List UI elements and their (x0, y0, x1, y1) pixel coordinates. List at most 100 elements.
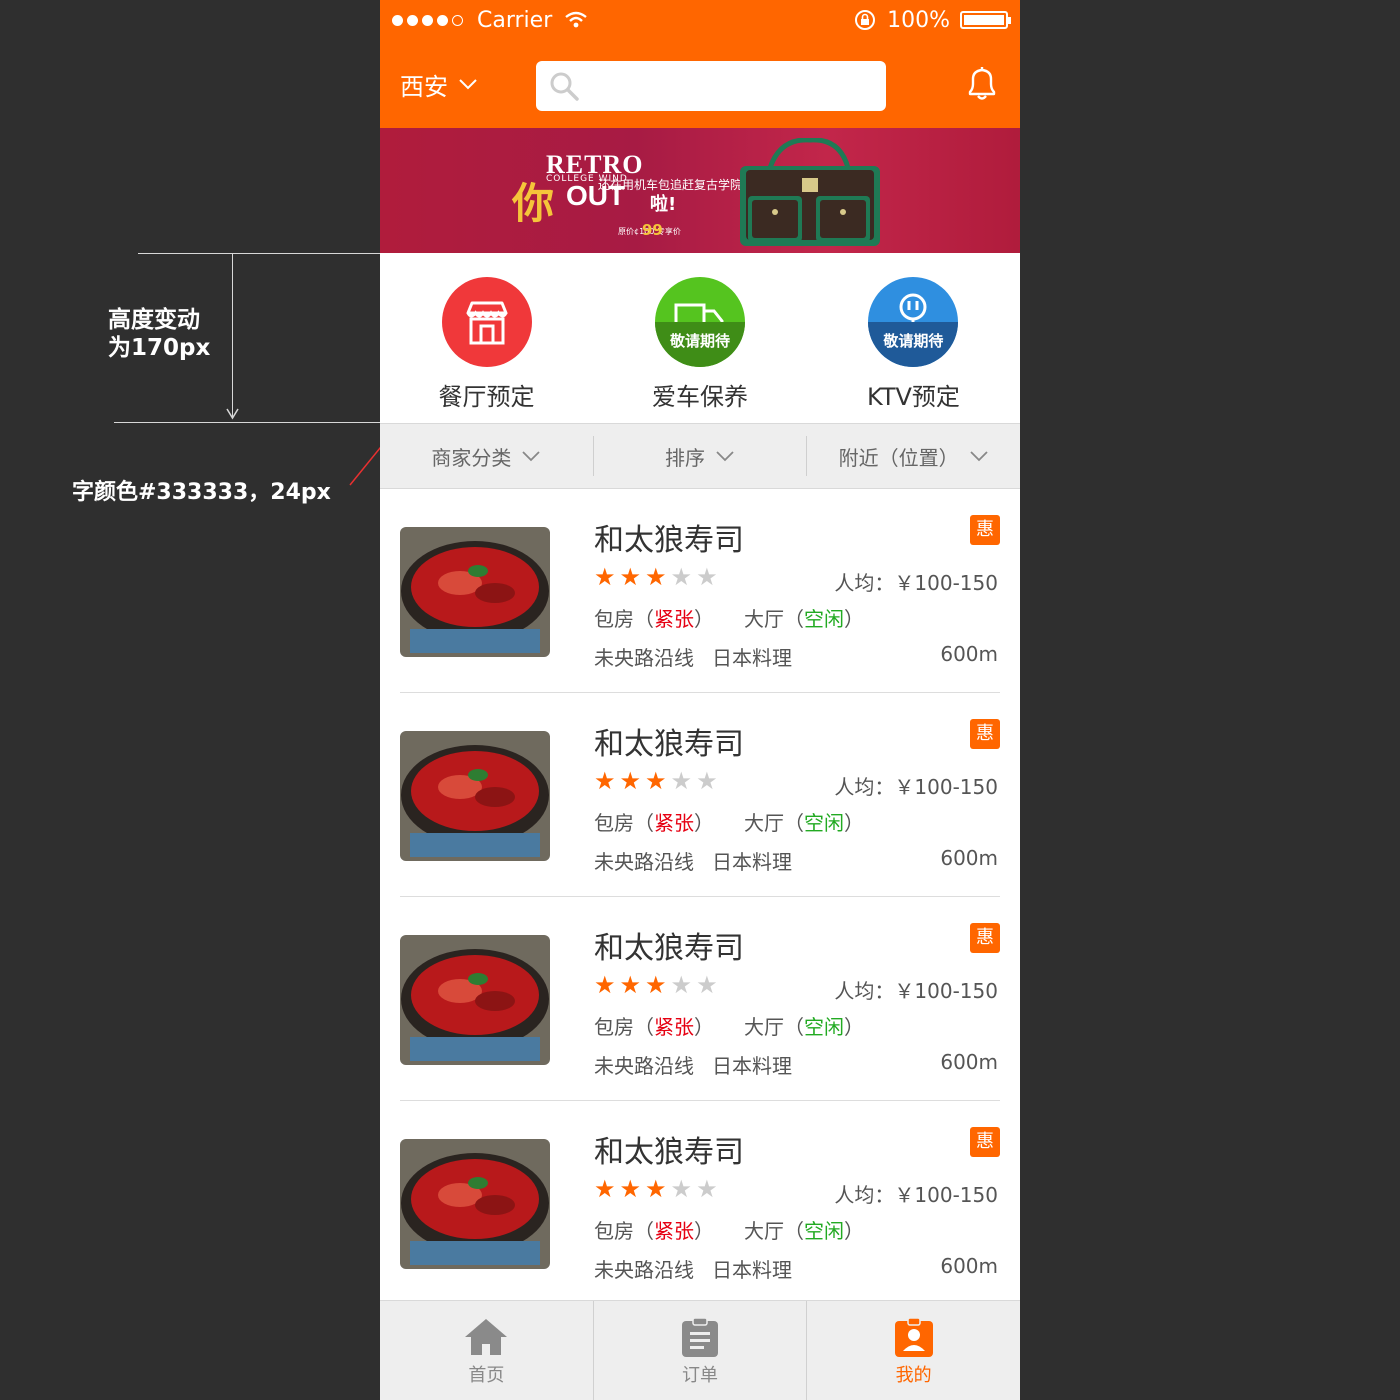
restaurant-row[interactable]: 和太狼寿司惠 ★ ★ ★ ★ ★ 人均：￥100-150 包房（紧张） 大厅（空闲） 未央路沿线日… (400, 1101, 1000, 1305)
promo-banner[interactable]: RETRO COLLEGE WIND 你 还在用机车包追赶复古学院风? OUT … (380, 128, 1020, 253)
hall-free: 空闲 (804, 607, 844, 631)
restaurant-row[interactable]: 和太狼寿司惠 ★ ★ ★ ★ ★ 人均：￥100-150 包房（紧张） 大厅（空闲） 未央路沿线日… (400, 897, 1000, 1101)
tab-home[interactable]: 首页 (380, 1301, 593, 1400)
category-label: 爱车保养 (651, 383, 748, 411)
restaurant-name[interactable]: 和太狼寿司 (594, 923, 744, 967)
filter-nearby[interactable]: 附近（位置） (806, 436, 1020, 476)
filter-label: 排序 (665, 445, 705, 470)
banner-exclaim: 啦! (650, 194, 677, 215)
filter-sort[interactable]: 排序 (592, 436, 807, 476)
availability: 包房（紧张） 大厅（空闲） (594, 1011, 864, 1040)
rating-stars: ★ ★ ★ ★ ★ (594, 563, 718, 591)
discount-badge: 惠 (970, 923, 1000, 953)
hall-close: ） (844, 607, 864, 631)
star-icon: ★ (696, 971, 718, 999)
star-icon: ★ (619, 1175, 642, 1203)
star-icon: ★ (619, 767, 642, 795)
category-label: 餐厅预定 (438, 383, 535, 411)
tab-orders[interactable]: 订单 (592, 1301, 807, 1400)
restaurant-tags: 未央路沿线 日本料理 (594, 1050, 792, 1079)
distance: 600m (940, 846, 998, 870)
chevron-down-icon (970, 451, 988, 462)
cuisine-tag: 日本料理 (712, 1054, 792, 1078)
coming-soon-overlay: 敬请期待 (868, 322, 959, 367)
coming-soon-overlay: 敬请期待 (654, 322, 745, 367)
restaurant-name[interactable]: 和太狼寿司 (594, 515, 744, 559)
hall-label: 大厅（ (744, 811, 804, 835)
discount-badge: 惠 (970, 515, 1000, 545)
bell-icon[interactable] (962, 64, 1002, 104)
cuisine-tag: 日本料理 (712, 850, 792, 874)
restaurant-name[interactable]: 和太狼寿司 (594, 719, 744, 763)
private-room-status: 包房（紧张） (594, 1011, 714, 1040)
category-car-care[interactable]: 敬请期待 爱车保养 (593, 277, 806, 423)
cuisine-tag: 日本料理 (712, 646, 792, 670)
filter-category[interactable]: 商家分类 (380, 436, 593, 476)
banner-big-char: 你 (512, 179, 555, 228)
tab-mine[interactable]: 我的 (806, 1301, 1020, 1400)
dish-thumbnail (400, 731, 550, 861)
star-icon: ★ (670, 1175, 693, 1203)
phone-screen: Carrier 100% 西安 RETRO COLLEGE WIND 你 还在用… (380, 0, 1020, 1400)
availability: 包房（紧张） 大厅（空闲） (594, 807, 864, 836)
room-close: ） (694, 1015, 714, 1039)
font-annotation: 字颜色#333333，24px (72, 480, 331, 505)
microphone-icon: 敬请期待 (868, 277, 959, 367)
star-icon: ★ (670, 767, 693, 795)
chevron-down-icon (716, 451, 734, 462)
star-icon: ★ (645, 971, 667, 999)
category-ktv[interactable]: 敬请期待 KTV预定 (807, 277, 1020, 423)
star-icon: ★ (594, 767, 616, 795)
room-close: ） (694, 607, 714, 631)
filter-label: 商家分类 (431, 445, 512, 470)
room-busy: 紧张 (654, 1219, 694, 1243)
truck-icon: 敬请期待 (654, 277, 745, 367)
tab-bar: 首页 订单 我的 (380, 1300, 1020, 1400)
hall-label: 大厅（ (744, 1219, 804, 1243)
hall-label: 大厅（ (744, 607, 804, 631)
average-price: 人均：￥100-150 (834, 571, 998, 595)
distance: 600m (940, 1050, 998, 1074)
star-icon: ★ (645, 563, 667, 591)
room-close: ） (694, 1219, 714, 1243)
search-box[interactable] (536, 61, 886, 111)
average-price: 人均：￥100-150 (834, 1183, 998, 1207)
private-room-status: 包房（紧张） (594, 1215, 714, 1244)
hall-close: ） (844, 811, 864, 835)
battery-icon (960, 11, 1011, 29)
average-price: 人均：￥100-150 (834, 775, 998, 799)
dish-thumbnail (400, 935, 550, 1065)
location-tag: 未央路沿线 (594, 1054, 694, 1078)
handbag-image (740, 138, 880, 246)
room-label: 包房（ (594, 811, 654, 835)
discount-badge: 惠 (970, 719, 1000, 749)
location-tag: 未央路沿线 (594, 1258, 694, 1282)
status-bar: Carrier 100% (380, 0, 1020, 40)
room-label: 包房（ (594, 1015, 654, 1039)
location-tag: 未央路沿线 (594, 646, 694, 670)
restaurant-name[interactable]: 和太狼寿司 (594, 1127, 744, 1171)
availability: 包房（紧张） 大厅（空闲） (594, 1215, 864, 1244)
room-close: ） (694, 811, 714, 835)
battery-percent: 100% (887, 7, 950, 33)
city-label: 西安 (400, 72, 448, 101)
restaurant-row[interactable]: 和太狼寿司惠 ★ ★ ★ ★ ★ 人均：￥100-150 包房（紧张） 大厅（空闲） 未央路沿线日… (400, 693, 1000, 897)
hall-free: 空闲 (804, 811, 844, 835)
rating-stars: ★ ★ ★ ★ ★ (594, 1175, 718, 1203)
star-icon: ★ (670, 563, 693, 591)
chevron-down-icon (522, 451, 540, 462)
search-input[interactable] (588, 66, 886, 106)
hall-status: 大厅（空闲） (744, 807, 864, 836)
star-icon: ★ (619, 563, 642, 591)
dish-thumbnail (400, 1139, 550, 1269)
restaurant-row[interactable]: 和太狼寿司惠 ★ ★ ★ ★ ★ 人均：￥100-150 包房（紧张） 大厅（空闲） 未央路沿线日… (400, 489, 1000, 693)
guide-line-vertical (232, 253, 233, 418)
category-restaurant[interactable]: 餐厅预定 (380, 277, 593, 423)
rating-stars: ★ ★ ★ ★ ★ (594, 971, 718, 999)
signal-strength-icon (392, 14, 463, 26)
distance: 600m (940, 1254, 998, 1278)
category-section: 餐厅预定 敬请期待 爱车保养 敬请期待 KTV预定 (380, 253, 1020, 423)
carrier-name: Carrier (477, 7, 553, 33)
city-selector[interactable]: 西安 (400, 67, 478, 102)
hall-close: ） (844, 1015, 864, 1039)
